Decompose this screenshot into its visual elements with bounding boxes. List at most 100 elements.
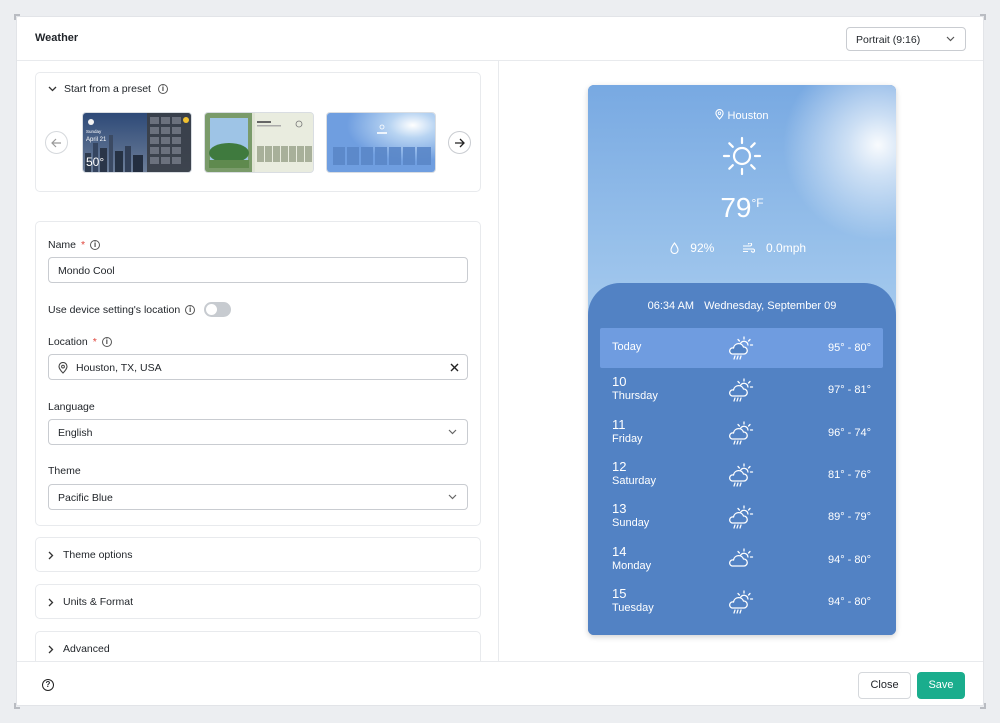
forecast-day-number: 11 bbox=[612, 416, 626, 432]
chevron-right-icon bbox=[48, 645, 54, 653]
info-icon: i bbox=[185, 304, 196, 315]
wind: 0.0mph bbox=[742, 241, 814, 255]
forecast-temp-range: 96° - 74° bbox=[827, 426, 871, 439]
theme-value: Pacific Blue bbox=[58, 492, 113, 504]
clear-icon[interactable] bbox=[450, 363, 459, 372]
required-mark: * bbox=[81, 239, 86, 251]
forecast-day-name: Sunday bbox=[612, 517, 650, 530]
name-label: Name * i bbox=[48, 239, 101, 251]
forecast-row: 12 Saturday 81° - 76° bbox=[600, 455, 883, 495]
chevron-down-icon bbox=[946, 36, 955, 42]
forecast-day-name: Today bbox=[612, 341, 642, 353]
location-input-value: Houston, TX, USA bbox=[76, 362, 162, 374]
forecast-day-name: Saturday bbox=[612, 474, 657, 487]
location-label: Location * i bbox=[48, 336, 112, 348]
humidity: 92% bbox=[670, 241, 726, 255]
wind-icon bbox=[742, 242, 755, 253]
sun-cloud-rain-icon bbox=[727, 505, 755, 535]
preview-date: Wednesday, September 09 bbox=[704, 300, 837, 312]
modal-title: Weather bbox=[35, 32, 79, 44]
wind-value: 0.0mph bbox=[766, 241, 807, 255]
preset-thumbnail-image bbox=[327, 113, 435, 172]
info-icon: i bbox=[90, 240, 101, 250]
forecast-day-number: 12 bbox=[612, 458, 627, 474]
orientation-select[interactable]: Portrait (9:16) bbox=[846, 27, 966, 51]
droplet-icon bbox=[670, 242, 679, 255]
preset-title: Start from a preset bbox=[64, 83, 151, 95]
device-location-toggle[interactable] bbox=[204, 302, 232, 317]
name-input[interactable]: Mondo Cool bbox=[48, 257, 468, 283]
orientation-value: Portrait (9:16) bbox=[856, 34, 921, 46]
section-advanced[interactable]: Advanced bbox=[35, 631, 481, 661]
preset-thumbnail-light[interactable] bbox=[204, 112, 314, 173]
name-label-text: Name bbox=[48, 239, 77, 251]
forecast-day-number: 13 bbox=[612, 501, 627, 517]
forecast-temp-range: 94° - 80° bbox=[827, 595, 871, 608]
preset-prev-button[interactable] bbox=[45, 131, 68, 154]
forecast-row: 13 Sunday 89° - 79° bbox=[600, 497, 883, 537]
modal-header: Weather Portrait (9:16) bbox=[17, 17, 983, 61]
details-card: Name * i Mondo Cool Use device setting's … bbox=[35, 221, 481, 526]
location-input[interactable]: Houston, TX, USA bbox=[48, 354, 468, 380]
preset-next-button[interactable] bbox=[448, 131, 471, 154]
language-value: English bbox=[58, 427, 93, 439]
device-location-label: Use device setting's location bbox=[48, 303, 181, 316]
preview-datetime: 06:34 AM Wednesday, September 09 bbox=[588, 300, 896, 312]
theme-select[interactable]: Pacific Blue bbox=[48, 484, 468, 510]
forecast-temp-range: 81° - 76° bbox=[827, 468, 871, 481]
section-title: Theme options bbox=[63, 549, 133, 561]
preview-panel: Houston 79°F 92% 0.0mph 06:34 AM Wednesd… bbox=[500, 61, 983, 661]
section-theme-options[interactable]: Theme options bbox=[35, 537, 481, 572]
preview-temperature: 79°F bbox=[588, 192, 896, 224]
thumb-date: April 21 bbox=[86, 137, 107, 143]
language-label: Language bbox=[48, 401, 95, 413]
language-select[interactable]: English bbox=[48, 419, 468, 445]
forecast-day-name: Friday bbox=[612, 432, 643, 445]
forecast-day-name: Tuesday bbox=[612, 601, 654, 614]
section-header: Units & Format bbox=[48, 596, 133, 608]
arrow-right-icon bbox=[455, 138, 465, 148]
preview-stats: 92% 0.0mph bbox=[588, 241, 896, 255]
forecast-day-number: 14 bbox=[612, 543, 627, 559]
forecast-temp-range: 95° - 80° bbox=[827, 342, 871, 354]
chevron-down-icon bbox=[448, 429, 457, 435]
forecast-row: 15 Tuesday 94° - 80° bbox=[600, 582, 883, 622]
name-input-value: Mondo Cool bbox=[58, 265, 115, 277]
forecast-row: 11 Friday 96° - 74° bbox=[600, 413, 883, 453]
preset-thumbnail-image bbox=[205, 113, 313, 172]
sun-cloud-icon bbox=[727, 547, 755, 578]
close-button[interactable]: Close bbox=[858, 672, 911, 699]
section-units-format[interactable]: Units & Format bbox=[35, 584, 481, 619]
device-location-row: Use device setting's location i bbox=[48, 302, 232, 317]
sun-cloud-rain-icon bbox=[727, 336, 755, 366]
forecast-day-number: 15 bbox=[612, 585, 627, 601]
temp-unit: °F bbox=[751, 196, 764, 210]
thumb-temp: 50° bbox=[86, 155, 105, 169]
required-mark: * bbox=[92, 336, 97, 348]
chevron-down-icon bbox=[48, 86, 57, 92]
map-pin-icon bbox=[58, 362, 68, 374]
preview-location: Houston bbox=[588, 109, 896, 122]
sun-cloud-rain-icon bbox=[727, 378, 755, 408]
forecast-day-number: 10 bbox=[612, 374, 627, 390]
preview-time: 06:34 AM bbox=[647, 300, 695, 312]
chevron-right-icon bbox=[48, 598, 54, 606]
forecast-temp-range: 97° - 81° bbox=[827, 384, 871, 397]
preset-toggle[interactable]: Start from a preset i bbox=[48, 83, 168, 95]
preset-thumbnail-dark[interactable]: Sunday April 21 50° bbox=[82, 112, 192, 173]
forecast-temp-range: 89° - 79° bbox=[827, 511, 871, 524]
forecast-row: 14 Monday 94° - 80° bbox=[600, 540, 883, 580]
help-icon[interactable]: ? bbox=[42, 679, 54, 691]
theme-label: Theme bbox=[48, 465, 81, 477]
location-label-text: Location bbox=[48, 336, 88, 348]
modal-footer: ? Close Save bbox=[17, 661, 983, 705]
forecast-day-name: Thursday bbox=[612, 390, 658, 403]
sun-cloud-rain-icon bbox=[727, 590, 755, 620]
preset-thumbnail-blue[interactable] bbox=[326, 112, 436, 173]
sun-icon bbox=[722, 136, 762, 176]
chevron-down-icon bbox=[448, 494, 457, 500]
settings-panel: Start from a preset i Sunday April 21 50… bbox=[17, 61, 499, 661]
forecast-row: 10 Thursday 97° - 81° bbox=[600, 370, 883, 410]
weather-modal: Weather Portrait (9:16) Start from a pre… bbox=[16, 16, 984, 706]
save-button[interactable]: Save bbox=[917, 672, 965, 699]
